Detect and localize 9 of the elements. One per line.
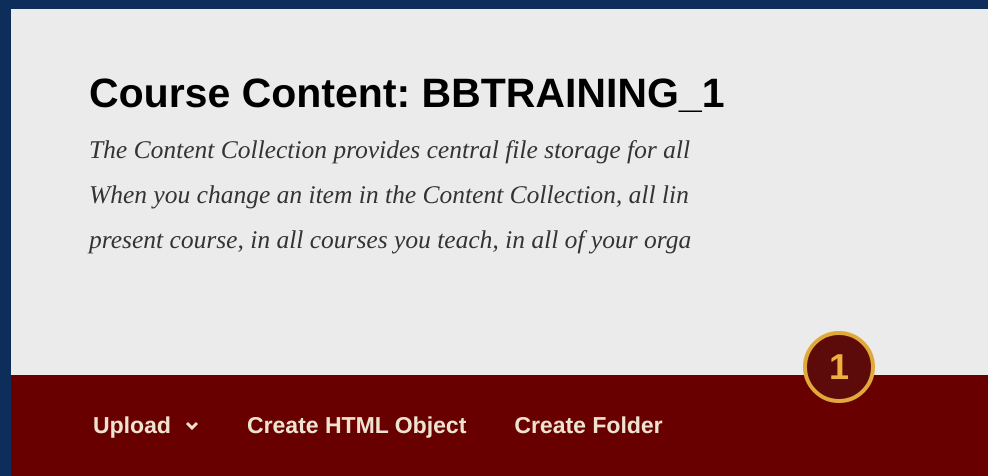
description-line: When you change an item in the Content Collection, all lin	[89, 179, 689, 211]
step-badge: 1	[803, 331, 875, 403]
toolbar-button[interactable]: Create Folder	[512, 408, 665, 443]
page-title: Course Content: BBTRAINING_1	[89, 69, 725, 118]
description-line: present course, in all courses you teach, in all of your orga	[89, 224, 692, 256]
menu-button[interactable]: Upload	[91, 408, 201, 443]
description-line: The Content Collection provides central file storage for all	[89, 134, 690, 166]
toolbar-button[interactable]: Create HTML Object	[244, 408, 468, 443]
chevron-down-icon	[184, 420, 199, 430]
